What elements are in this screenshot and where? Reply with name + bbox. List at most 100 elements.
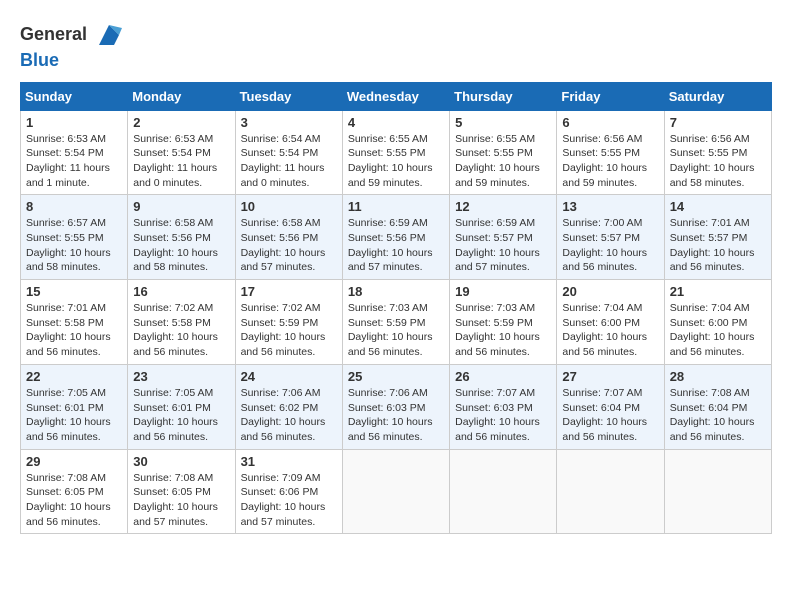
day-number: 7 — [670, 115, 766, 130]
day-number: 13 — [562, 199, 658, 214]
calendar-cell: 22 Sunrise: 7:05 AMSunset: 6:01 PMDaylig… — [21, 364, 128, 449]
calendar-cell — [342, 449, 449, 534]
day-number: 8 — [26, 199, 122, 214]
day-info: Sunrise: 6:56 AMSunset: 5:55 PMDaylight:… — [670, 133, 755, 189]
day-info: Sunrise: 6:53 AMSunset: 5:54 PMDaylight:… — [133, 133, 217, 189]
calendar-cell: 26 Sunrise: 7:07 AMSunset: 6:03 PMDaylig… — [450, 364, 557, 449]
day-info: Sunrise: 6:59 AMSunset: 5:57 PMDaylight:… — [455, 217, 540, 273]
day-info: Sunrise: 6:55 AMSunset: 5:55 PMDaylight:… — [348, 133, 433, 189]
day-number: 26 — [455, 369, 551, 384]
day-info: Sunrise: 7:03 AMSunset: 5:59 PMDaylight:… — [348, 302, 433, 358]
day-info: Sunrise: 6:58 AMSunset: 5:56 PMDaylight:… — [133, 217, 218, 273]
calendar-cell: 28 Sunrise: 7:08 AMSunset: 6:04 PMDaylig… — [664, 364, 771, 449]
day-info: Sunrise: 7:03 AMSunset: 5:59 PMDaylight:… — [455, 302, 540, 358]
day-info: Sunrise: 6:59 AMSunset: 5:56 PMDaylight:… — [348, 217, 433, 273]
calendar-cell: 29 Sunrise: 7:08 AMSunset: 6:05 PMDaylig… — [21, 449, 128, 534]
day-number: 11 — [348, 199, 444, 214]
calendar-cell: 20 Sunrise: 7:04 AMSunset: 6:00 PMDaylig… — [557, 280, 664, 365]
day-number: 24 — [241, 369, 337, 384]
column-header-tuesday: Tuesday — [235, 82, 342, 110]
day-info: Sunrise: 7:08 AMSunset: 6:04 PMDaylight:… — [670, 387, 755, 443]
day-number: 15 — [26, 284, 122, 299]
day-number: 3 — [241, 115, 337, 130]
day-number: 27 — [562, 369, 658, 384]
calendar-cell: 5 Sunrise: 6:55 AMSunset: 5:55 PMDayligh… — [450, 110, 557, 195]
calendar-cell: 30 Sunrise: 7:08 AMSunset: 6:05 PMDaylig… — [128, 449, 235, 534]
day-info: Sunrise: 7:07 AMSunset: 6:04 PMDaylight:… — [562, 387, 647, 443]
calendar-week-row: 8 Sunrise: 6:57 AMSunset: 5:55 PMDayligh… — [21, 195, 772, 280]
calendar-cell: 9 Sunrise: 6:58 AMSunset: 5:56 PMDayligh… — [128, 195, 235, 280]
calendar-cell: 7 Sunrise: 6:56 AMSunset: 5:55 PMDayligh… — [664, 110, 771, 195]
day-info: Sunrise: 7:05 AMSunset: 6:01 PMDaylight:… — [133, 387, 218, 443]
calendar-week-row: 29 Sunrise: 7:08 AMSunset: 6:05 PMDaylig… — [21, 449, 772, 534]
day-info: Sunrise: 6:55 AMSunset: 5:55 PMDaylight:… — [455, 133, 540, 189]
calendar-week-row: 1 Sunrise: 6:53 AMSunset: 5:54 PMDayligh… — [21, 110, 772, 195]
day-info: Sunrise: 7:06 AMSunset: 6:02 PMDaylight:… — [241, 387, 326, 443]
calendar-table: SundayMondayTuesdayWednesdayThursdayFrid… — [20, 82, 772, 535]
calendar-week-row: 15 Sunrise: 7:01 AMSunset: 5:58 PMDaylig… — [21, 280, 772, 365]
day-number: 4 — [348, 115, 444, 130]
calendar-cell: 3 Sunrise: 6:54 AMSunset: 5:54 PMDayligh… — [235, 110, 342, 195]
day-info: Sunrise: 7:09 AMSunset: 6:06 PMDaylight:… — [241, 472, 326, 528]
day-number: 2 — [133, 115, 229, 130]
column-header-saturday: Saturday — [664, 82, 771, 110]
calendar-cell — [664, 449, 771, 534]
day-info: Sunrise: 7:02 AMSunset: 5:58 PMDaylight:… — [133, 302, 218, 358]
calendar-cell: 4 Sunrise: 6:55 AMSunset: 5:55 PMDayligh… — [342, 110, 449, 195]
logo-icon — [94, 20, 124, 50]
day-info: Sunrise: 6:53 AMSunset: 5:54 PMDaylight:… — [26, 133, 110, 189]
day-number: 20 — [562, 284, 658, 299]
day-number: 28 — [670, 369, 766, 384]
day-info: Sunrise: 7:08 AMSunset: 6:05 PMDaylight:… — [26, 472, 111, 528]
day-number: 16 — [133, 284, 229, 299]
day-number: 12 — [455, 199, 551, 214]
day-info: Sunrise: 6:54 AMSunset: 5:54 PMDaylight:… — [241, 133, 325, 189]
column-header-wednesday: Wednesday — [342, 82, 449, 110]
calendar-cell: 12 Sunrise: 6:59 AMSunset: 5:57 PMDaylig… — [450, 195, 557, 280]
day-number: 25 — [348, 369, 444, 384]
calendar-cell: 1 Sunrise: 6:53 AMSunset: 5:54 PMDayligh… — [21, 110, 128, 195]
day-number: 1 — [26, 115, 122, 130]
day-info: Sunrise: 7:02 AMSunset: 5:59 PMDaylight:… — [241, 302, 326, 358]
day-number: 19 — [455, 284, 551, 299]
day-number: 31 — [241, 454, 337, 469]
calendar-cell: 31 Sunrise: 7:09 AMSunset: 6:06 PMDaylig… — [235, 449, 342, 534]
day-number: 30 — [133, 454, 229, 469]
column-header-thursday: Thursday — [450, 82, 557, 110]
day-info: Sunrise: 7:01 AMSunset: 5:57 PMDaylight:… — [670, 217, 755, 273]
day-number: 21 — [670, 284, 766, 299]
day-info: Sunrise: 6:58 AMSunset: 5:56 PMDaylight:… — [241, 217, 326, 273]
calendar-cell: 19 Sunrise: 7:03 AMSunset: 5:59 PMDaylig… — [450, 280, 557, 365]
day-info: Sunrise: 7:04 AMSunset: 6:00 PMDaylight:… — [670, 302, 755, 358]
calendar-cell: 24 Sunrise: 7:06 AMSunset: 6:02 PMDaylig… — [235, 364, 342, 449]
calendar-cell: 8 Sunrise: 6:57 AMSunset: 5:55 PMDayligh… — [21, 195, 128, 280]
day-info: Sunrise: 7:00 AMSunset: 5:57 PMDaylight:… — [562, 217, 647, 273]
calendar-cell — [557, 449, 664, 534]
day-number: 14 — [670, 199, 766, 214]
calendar-cell: 13 Sunrise: 7:00 AMSunset: 5:57 PMDaylig… — [557, 195, 664, 280]
day-number: 17 — [241, 284, 337, 299]
day-info: Sunrise: 6:57 AMSunset: 5:55 PMDaylight:… — [26, 217, 111, 273]
day-number: 10 — [241, 199, 337, 214]
day-number: 6 — [562, 115, 658, 130]
day-info: Sunrise: 7:04 AMSunset: 6:00 PMDaylight:… — [562, 302, 647, 358]
calendar-header-row: SundayMondayTuesdayWednesdayThursdayFrid… — [21, 82, 772, 110]
logo: General Blue — [20, 20, 124, 72]
day-number: 22 — [26, 369, 122, 384]
calendar-cell: 25 Sunrise: 7:06 AMSunset: 6:03 PMDaylig… — [342, 364, 449, 449]
calendar-cell: 21 Sunrise: 7:04 AMSunset: 6:00 PMDaylig… — [664, 280, 771, 365]
calendar-cell: 23 Sunrise: 7:05 AMSunset: 6:01 PMDaylig… — [128, 364, 235, 449]
calendar-cell: 27 Sunrise: 7:07 AMSunset: 6:04 PMDaylig… — [557, 364, 664, 449]
day-info: Sunrise: 6:56 AMSunset: 5:55 PMDaylight:… — [562, 133, 647, 189]
column-header-friday: Friday — [557, 82, 664, 110]
day-info: Sunrise: 7:05 AMSunset: 6:01 PMDaylight:… — [26, 387, 111, 443]
day-number: 5 — [455, 115, 551, 130]
calendar-cell: 17 Sunrise: 7:02 AMSunset: 5:59 PMDaylig… — [235, 280, 342, 365]
day-info: Sunrise: 7:08 AMSunset: 6:05 PMDaylight:… — [133, 472, 218, 528]
calendar-cell: 15 Sunrise: 7:01 AMSunset: 5:58 PMDaylig… — [21, 280, 128, 365]
day-number: 23 — [133, 369, 229, 384]
day-number: 18 — [348, 284, 444, 299]
calendar-cell: 11 Sunrise: 6:59 AMSunset: 5:56 PMDaylig… — [342, 195, 449, 280]
logo-general-text: General — [20, 24, 87, 44]
calendar-cell: 16 Sunrise: 7:02 AMSunset: 5:58 PMDaylig… — [128, 280, 235, 365]
